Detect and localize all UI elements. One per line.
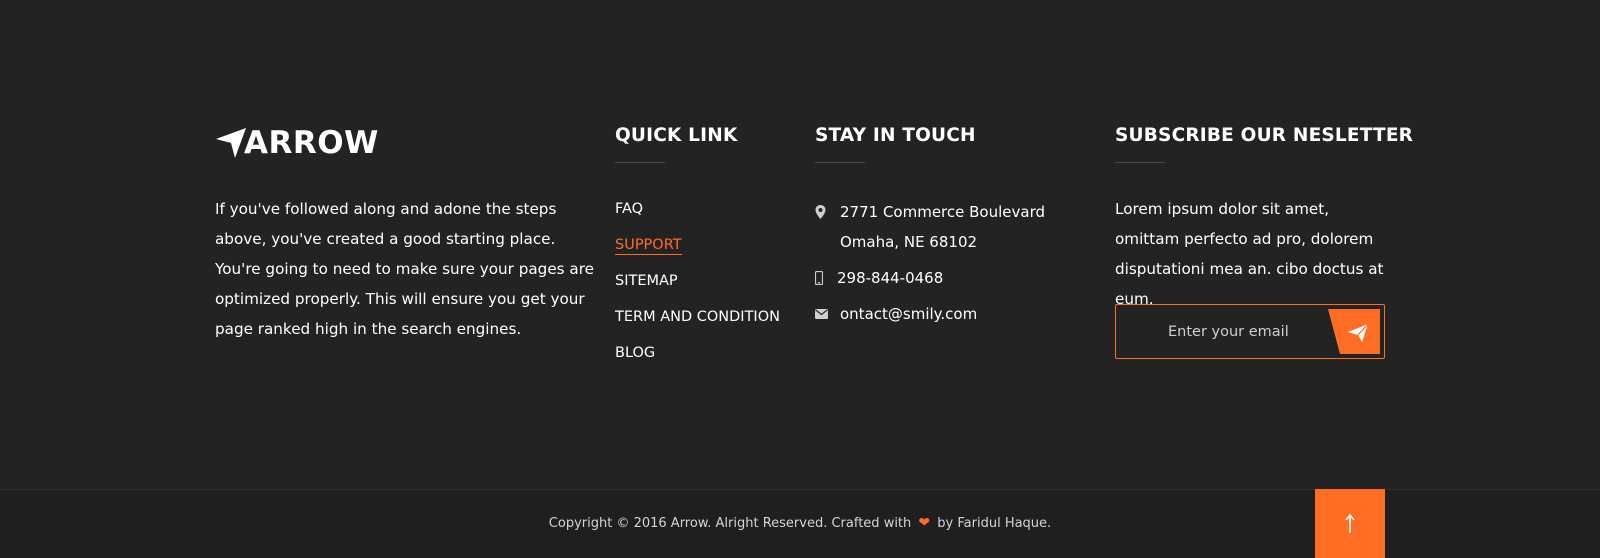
quick-link-title: QUICK LINK bbox=[615, 125, 738, 146]
address-line-2: Omaha, NE 68102 bbox=[840, 233, 978, 251]
contact-email: ontact@smily.com bbox=[815, 299, 1045, 329]
quick-link-list: FAQ SUPPORT SITEMAP TERM AND CONDITION B… bbox=[615, 196, 780, 376]
map-pin-icon bbox=[815, 197, 840, 227]
heart-icon: ❤ bbox=[918, 515, 931, 531]
contact-address: 2771 Commerce Boulevard Omaha, NE 68102 bbox=[815, 197, 1045, 263]
quick-link-divider bbox=[615, 162, 665, 163]
list-item: FAQ bbox=[615, 196, 780, 232]
arrow-logo-icon bbox=[216, 128, 246, 158]
link-support[interactable]: SUPPORT bbox=[615, 237, 682, 255]
list-item: BLOG bbox=[615, 340, 780, 376]
email-address[interactable]: ontact@smily.com bbox=[840, 299, 977, 329]
envelope-icon bbox=[815, 299, 840, 329]
contact-phone: 298-844-0468 bbox=[815, 263, 1045, 299]
brand-logo[interactable]: ARROW bbox=[215, 126, 379, 160]
logo-text: ARROW bbox=[244, 125, 379, 161]
list-item: SUPPORT bbox=[615, 232, 780, 268]
copyright-before: Copyright © 2016 Arrow. Alright Reserved… bbox=[548, 516, 912, 531]
newsletter-text: Lorem ipsum dolor sit amet, omittam perf… bbox=[1115, 200, 1384, 308]
contact-list: 2771 Commerce Boulevard Omaha, NE 68102 … bbox=[815, 197, 1045, 329]
link-blog[interactable]: BLOG bbox=[615, 345, 655, 361]
link-sitemap[interactable]: SITEMAP bbox=[615, 273, 678, 289]
link-faq[interactable]: FAQ bbox=[615, 201, 643, 217]
newsletter-divider bbox=[1115, 162, 1165, 163]
address-line-1: 2771 Commerce Boulevard bbox=[840, 203, 1045, 221]
about-text: If you've followed along and adone the s… bbox=[215, 200, 594, 338]
subscribe-button[interactable] bbox=[1328, 309, 1380, 354]
list-item: TERM AND CONDITION bbox=[615, 304, 780, 340]
mobile-phone-icon bbox=[815, 263, 837, 293]
back-to-top-button[interactable] bbox=[1315, 489, 1385, 558]
list-item: SITEMAP bbox=[615, 268, 780, 304]
email-input[interactable] bbox=[1168, 319, 1333, 345]
phone-number[interactable]: 298-844-0468 bbox=[837, 263, 943, 293]
arrow-up-icon bbox=[1345, 513, 1355, 533]
copyright-after: by Faridul Haque. bbox=[937, 516, 1052, 531]
paper-plane-icon bbox=[1328, 309, 1380, 354]
stay-in-touch-title: STAY IN TOUCH bbox=[815, 125, 976, 146]
stay-in-touch-divider bbox=[815, 162, 865, 163]
newsletter-title: SUBSCRIBE OUR NESLETTER bbox=[1115, 125, 1414, 146]
footer-main: ARROW If you've followed along and adone… bbox=[0, 0, 1600, 489]
link-term-and-condition[interactable]: TERM AND CONDITION bbox=[615, 309, 780, 325]
subscribe-form bbox=[1115, 304, 1385, 359]
